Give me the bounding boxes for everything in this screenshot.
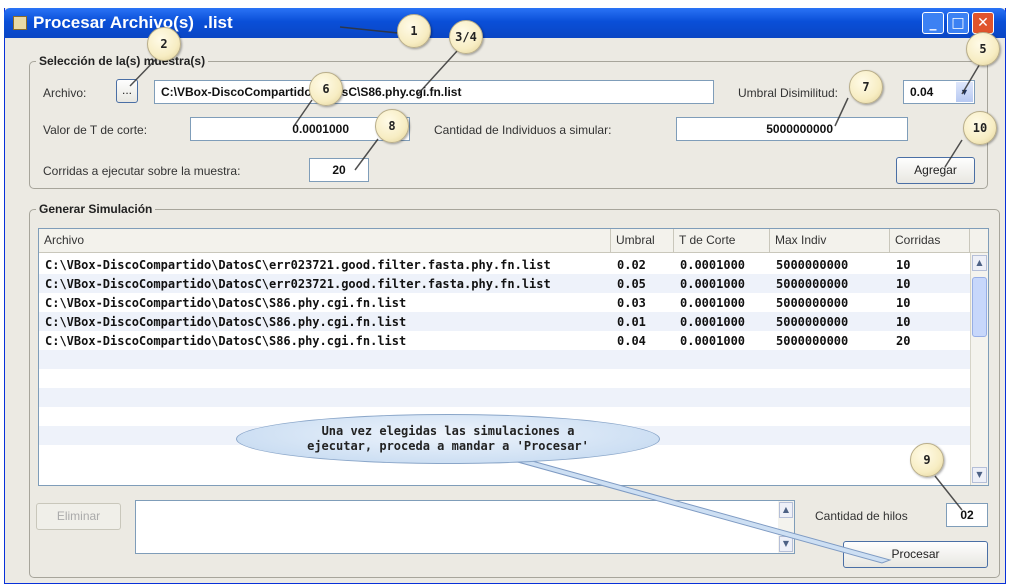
table-cell: 0.0001000 [680,277,746,291]
table-cell: C:\VBox-DiscoCompartido\DatosC\err023721… [45,277,551,291]
individuos-label: Cantidad de Individuos a simular: [434,123,612,137]
table-cell: 10 [896,296,911,310]
table-row[interactable]: C:\VBox-DiscoCompartido\DatosC\err023721… [39,255,971,274]
maximize-button[interactable]: □ [947,12,969,34]
table-cell: 10 [896,277,911,291]
table-cell: C:\VBox-DiscoCompartido\DatosC\S86.phy.c… [45,334,407,348]
table-row[interactable]: C:\VBox-DiscoCompartido\DatosC\S86.phy.c… [39,312,971,331]
table-cell: C:\VBox-DiscoCompartido\DatosC\S86.phy.c… [45,296,407,310]
app-icon [13,16,27,30]
corridas-label: Corridas a ejecutar sobre la muestra: [43,164,241,178]
table-cell: 0.02 [617,258,646,272]
log-scroll-down-icon[interactable]: ▼ [779,536,793,552]
col-header-max-indiv[interactable]: Max Indiv [770,229,890,252]
badge-5: 5 [966,32,1000,66]
umbral-select[interactable]: 0.04 ▼ [903,80,975,104]
corridas-field[interactable]: 20 [309,158,369,182]
agregar-button[interactable]: Agregar [896,157,975,184]
simulacion-group-title: Generar Simulación [36,202,156,216]
badge-10: 10 [963,111,997,145]
table-cell: 0.03 [617,296,646,310]
table-row[interactable] [39,350,971,369]
badge-3-4: 3/4 [449,20,483,54]
table-row[interactable]: C:\VBox-DiscoCompartido\DatosC\S86.phy.c… [39,293,971,312]
hilos-label: Cantidad de hilos [815,509,908,523]
table-scrollbar[interactable]: ▲ ▼ [970,253,988,485]
instruction-callout: Una vez elegidas las simulaciones a ejec… [236,414,660,464]
table-cell: 5000000000 [776,334,849,348]
col-header-archivo[interactable]: Archivo [39,229,611,252]
col-header-umbral[interactable]: Umbral [611,229,674,252]
table-row[interactable] [39,388,971,407]
archivo-field[interactable]: C:\VBox-DiscoCompartido\DatosC\S86.phy.c… [154,80,714,104]
callout-line-1: Una vez elegidas las simulaciones a [321,424,575,438]
table-cell: 0.0001000 [680,258,746,272]
umbral-label: Umbral Disimilitud: [738,86,839,100]
table-cell: 5000000000 [776,315,849,329]
browse-button[interactable]: ... [116,79,138,103]
chevron-down-icon[interactable]: ▼ [956,82,973,102]
umbral-value: 0.04 [910,85,934,99]
table-cell: 0.0001000 [680,334,746,348]
table-header: Archivo Umbral T de Corte Max Indiv Corr… [39,229,988,253]
hilos-field[interactable]: 02 [946,503,988,527]
badge-6: 6 [309,72,343,106]
col-header-corridas[interactable]: Corridas [890,229,970,252]
log-scroll-up-icon[interactable]: ▲ [779,502,793,518]
table-cell: 10 [896,258,911,272]
table-cell: 0.05 [617,277,646,291]
table-cell: 0.04 [617,334,646,348]
window-title: Procesar Archivo(s) .list [33,13,233,32]
badge-9: 9 [910,443,944,477]
close-button[interactable]: ✕ [972,12,994,34]
table-row[interactable]: C:\VBox-DiscoCompartido\DatosC\err023721… [39,274,971,293]
badge-1: 1 [397,14,431,48]
minimize-button[interactable]: _ [922,12,944,34]
table-cell: 5000000000 [776,277,849,291]
table-cell: 20 [896,334,911,348]
badge-8: 8 [375,109,409,143]
badge-2: 2 [147,27,181,61]
callout-line-2: ejecutar, proceda a mandar a 'Procesar' [307,439,589,453]
table-cell: 0.01 [617,315,646,329]
table-cell: 5000000000 [776,258,849,272]
badge-7: 7 [849,70,883,104]
table-cell: 0.0001000 [680,296,746,310]
table-cell: 0.0001000 [680,315,746,329]
table-cell: C:\VBox-DiscoCompartido\DatosC\S86.phy.c… [45,315,407,329]
log-textarea[interactable]: ▲ ▼ [135,500,795,554]
individuos-field[interactable]: 5000000000 [676,117,908,141]
table-row[interactable] [39,369,971,388]
procesar-button[interactable]: Procesar [843,541,988,568]
table-cell: 5000000000 [776,296,849,310]
scroll-up-icon[interactable]: ▲ [972,255,987,271]
eliminar-button[interactable]: Eliminar [36,503,121,530]
table-cell: C:\VBox-DiscoCompartido\DatosC\err023721… [45,258,551,272]
log-scrollbar[interactable]: ▲ ▼ [778,501,794,553]
scroll-down-icon[interactable]: ▼ [972,467,987,483]
col-header-t-corte[interactable]: T de Corte [674,229,770,252]
scroll-thumb[interactable] [972,277,987,337]
archivo-label: Archivo: [43,86,87,100]
table-cell: 10 [896,315,911,329]
t-corte-label: Valor de T de corte: [43,123,148,137]
seleccion-group-title: Selección de la(s) muestra(s) [36,54,209,68]
table-row[interactable]: C:\VBox-DiscoCompartido\DatosC\S86.phy.c… [39,331,971,350]
